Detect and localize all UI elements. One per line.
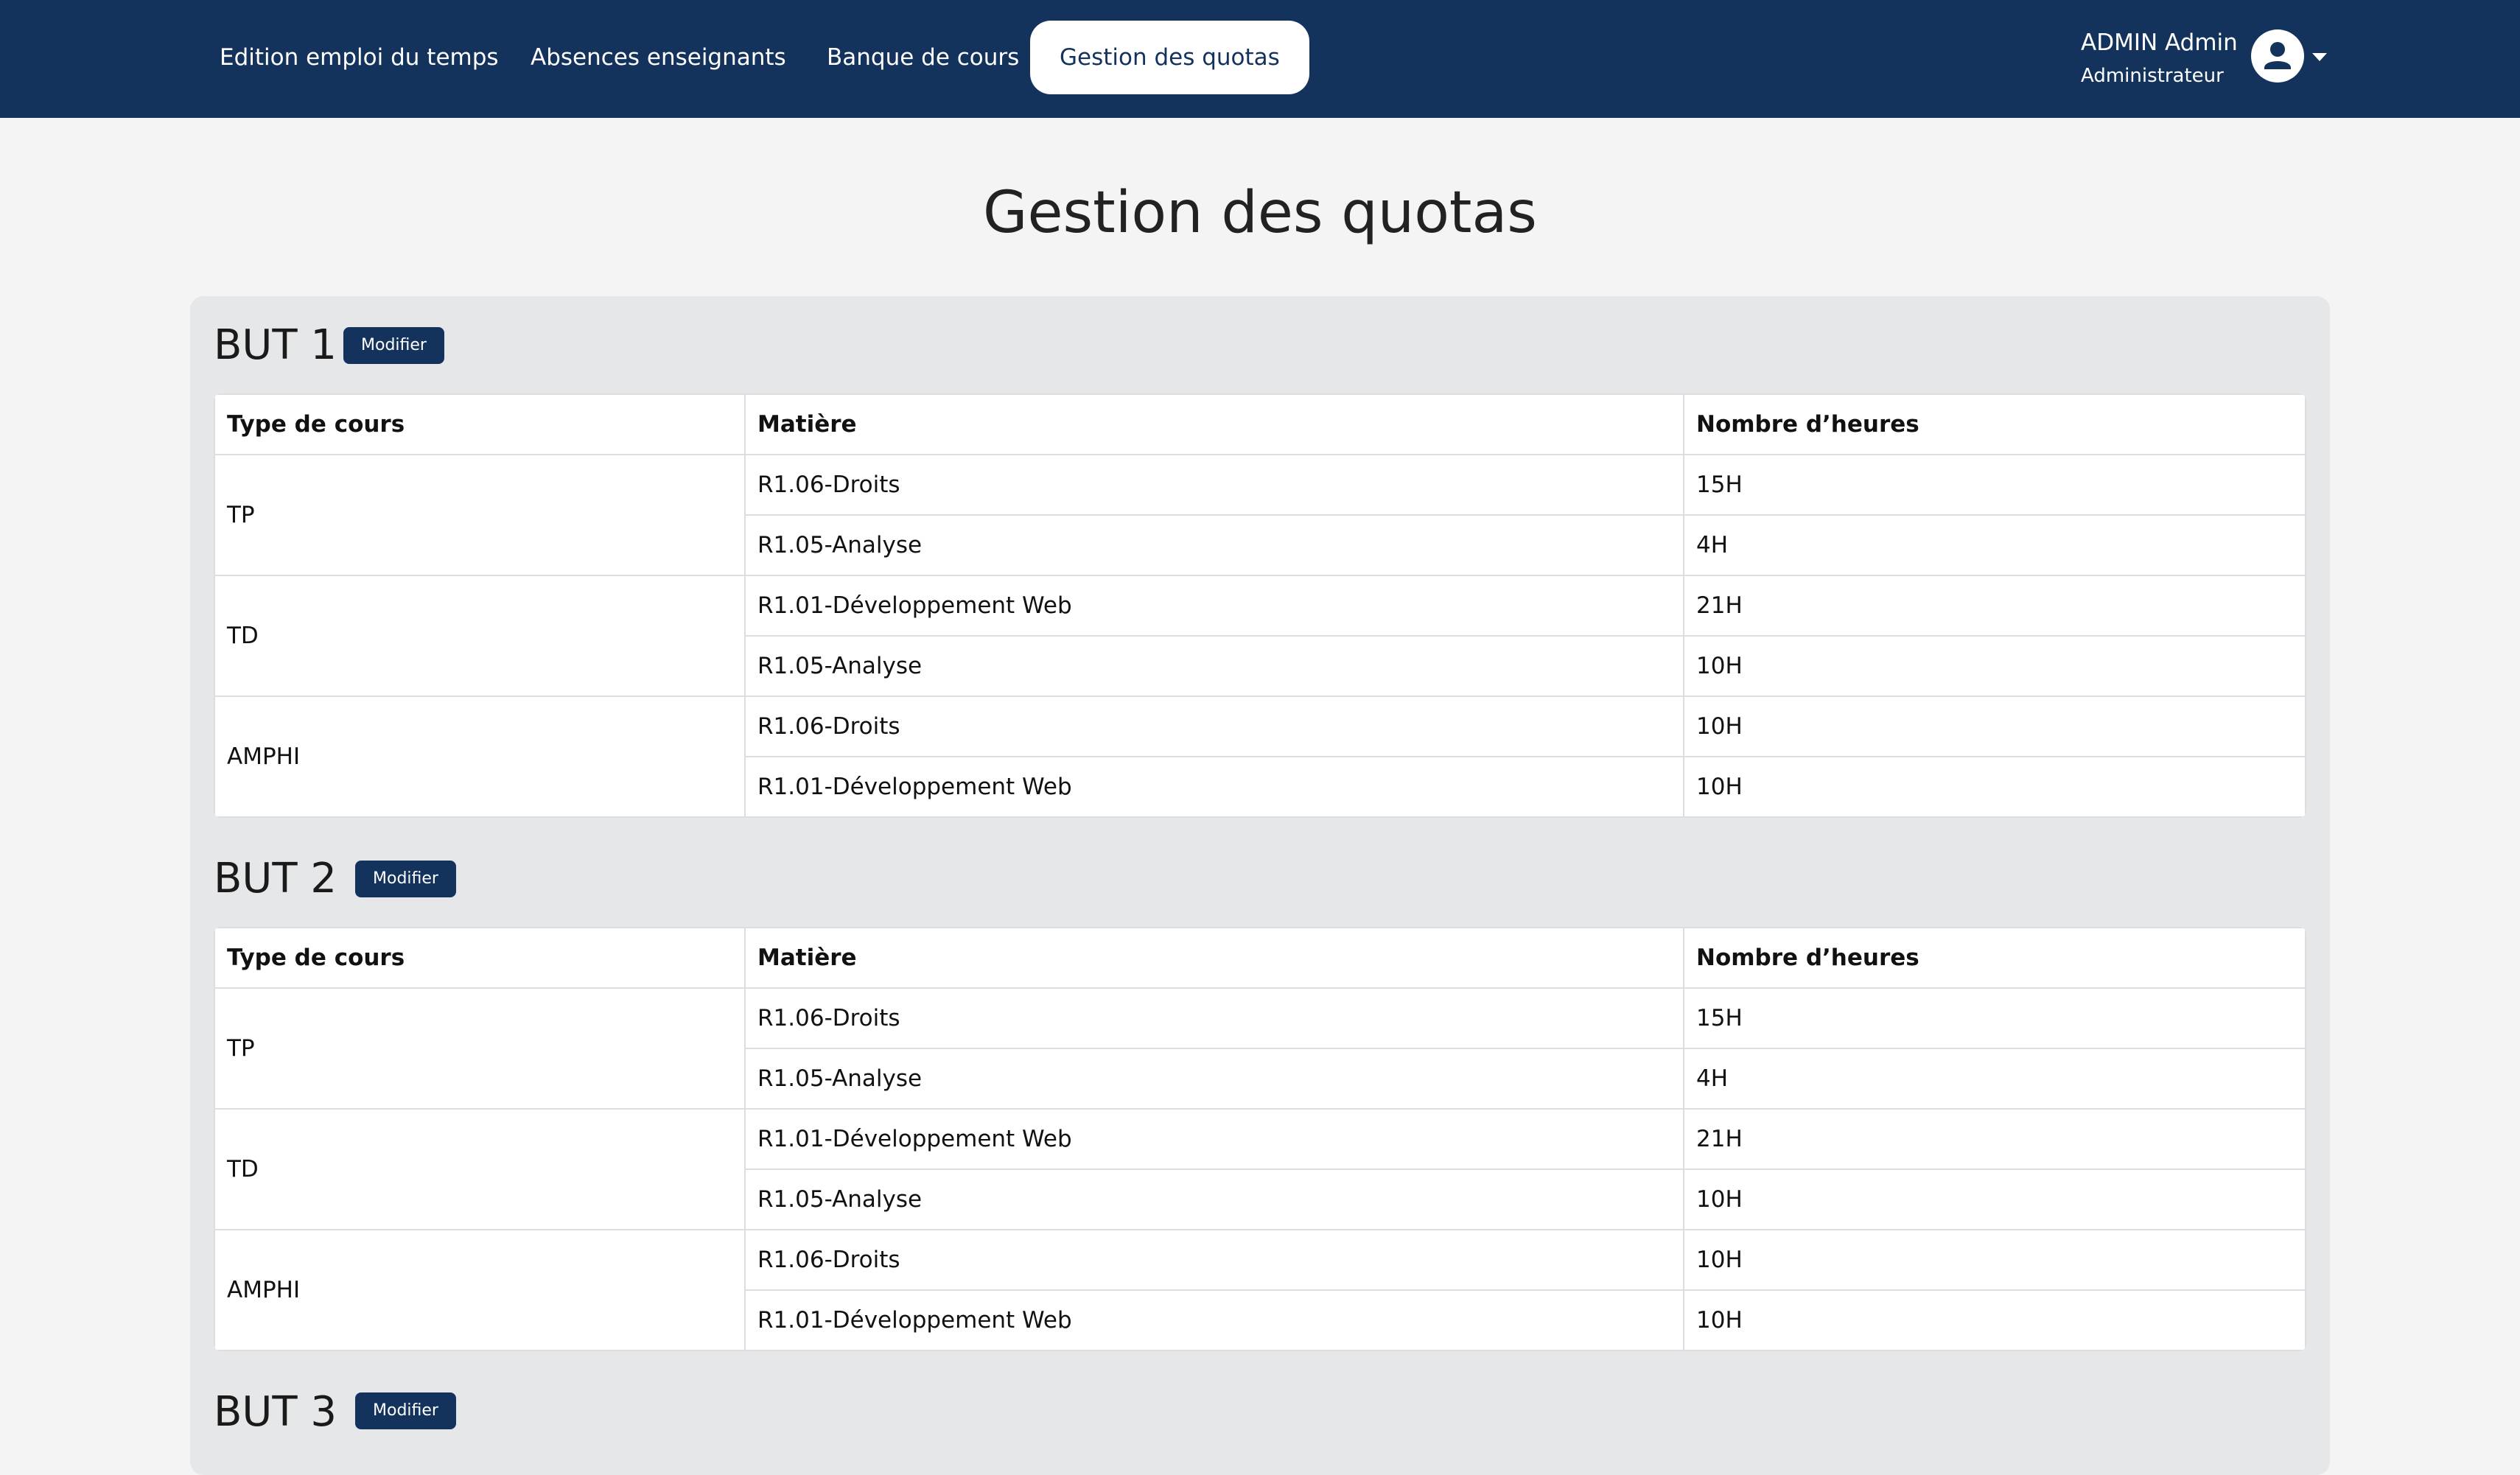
cell-heures: 4H	[1683, 1048, 2306, 1110]
cell-heures: 10H	[1683, 756, 2306, 818]
cell-heures: 10H	[1683, 696, 2306, 757]
cell-matiere: R1.01-Développement Web	[744, 1289, 1684, 1351]
header-nombre-heures: Nombre d’heures	[1683, 393, 2306, 455]
cell-matiere: R1.05-Analyse	[744, 1048, 1684, 1110]
section-title-but2: BUT 2	[214, 855, 337, 903]
cell-heures: 15H	[1683, 987, 2306, 1049]
modify-button-but2[interactable]: Modifier	[355, 861, 456, 897]
cell-matiere: R1.01-Développement Web	[744, 756, 1684, 818]
table-row: TP R1.06-Droits 15H	[214, 987, 2306, 1110]
quota-table-but2: Type de cours Matière Nombre d’heures TP…	[214, 927, 2306, 1351]
cell-matiere: R1.06-Droits	[744, 1229, 1684, 1291]
cell-matiere: R1.05-Analyse	[744, 635, 1684, 697]
table-row: AMPHI R1.06-Droits 10H	[214, 1229, 2306, 1351]
cell-type: TD	[214, 575, 746, 697]
table-row: AMPHI R1.06-Droits 10H	[214, 696, 2306, 818]
cell-heures: 10H	[1683, 635, 2306, 697]
nav-link-banque-cours[interactable]: Banque de cours	[797, 21, 1049, 94]
table-header-row: Type de cours Matière Nombre d’heures	[214, 393, 2306, 455]
cell-heures: 10H	[1683, 1229, 2306, 1291]
cell-matiere: R1.05-Analyse	[744, 514, 1684, 576]
quota-table-but1: Type de cours Matière Nombre d’heures TP…	[214, 393, 2306, 818]
cell-matiere: R1.06-Droits	[744, 696, 1684, 757]
nav-link-edition-emploi[interactable]: Edition emploi du temps	[190, 21, 528, 94]
cell-heures: 4H	[1683, 514, 2306, 576]
header-type-cours: Type de cours	[214, 393, 746, 455]
cell-type: TP	[214, 987, 746, 1110]
cell-heures: 10H	[1683, 1289, 2306, 1351]
nav-link-gestion-quotas[interactable]: Gestion des quotas	[1030, 21, 1309, 94]
section-title-but3: BUT 3	[214, 1388, 337, 1436]
cell-heures: 21H	[1683, 1108, 2306, 1170]
table-header-row: Type de cours Matière Nombre d’heures	[214, 927, 2306, 989]
cell-matiere: R1.05-Analyse	[744, 1169, 1684, 1230]
header-matiere: Matière	[744, 927, 1684, 989]
cell-heures: 10H	[1683, 1169, 2306, 1230]
modify-button-but1[interactable]: Modifier	[343, 327, 444, 364]
page-title: Gestion des quotas	[983, 180, 1537, 246]
user-role: Administrateur	[2081, 65, 2224, 87]
cell-matiere: R1.06-Droits	[744, 987, 1684, 1049]
caret-down-icon[interactable]	[2312, 53, 2327, 61]
nav-link-absences[interactable]: Absences enseignants	[501, 21, 816, 94]
header-nombre-heures: Nombre d’heures	[1683, 927, 2306, 989]
cell-heures: 21H	[1683, 575, 2306, 637]
cell-type: AMPHI	[214, 696, 746, 818]
cell-matiere: R1.06-Droits	[744, 454, 1684, 516]
user-name: ADMIN Admin	[2081, 29, 2238, 56]
modify-button-but3[interactable]: Modifier	[355, 1392, 456, 1429]
table-row: TD R1.01-Développement Web 21H	[214, 1108, 2306, 1230]
cell-heures: 15H	[1683, 454, 2306, 516]
cell-matiere: R1.01-Développement Web	[744, 1108, 1684, 1170]
header-type-cours: Type de cours	[214, 927, 746, 989]
cell-type: TD	[214, 1108, 746, 1230]
top-navbar: Edition emploi du temps Absences enseign…	[0, 0, 2520, 118]
cell-type: TP	[214, 454, 746, 576]
section-title-but1: BUT 1	[214, 321, 337, 369]
cell-matiere: R1.01-Développement Web	[744, 575, 1684, 637]
cell-type: AMPHI	[214, 1229, 746, 1351]
table-row: TD R1.01-Développement Web 21H	[214, 575, 2306, 697]
header-matiere: Matière	[744, 393, 1684, 455]
table-row: TP R1.06-Droits 15H	[214, 454, 2306, 576]
user-circle-icon[interactable]	[2251, 29, 2304, 83]
